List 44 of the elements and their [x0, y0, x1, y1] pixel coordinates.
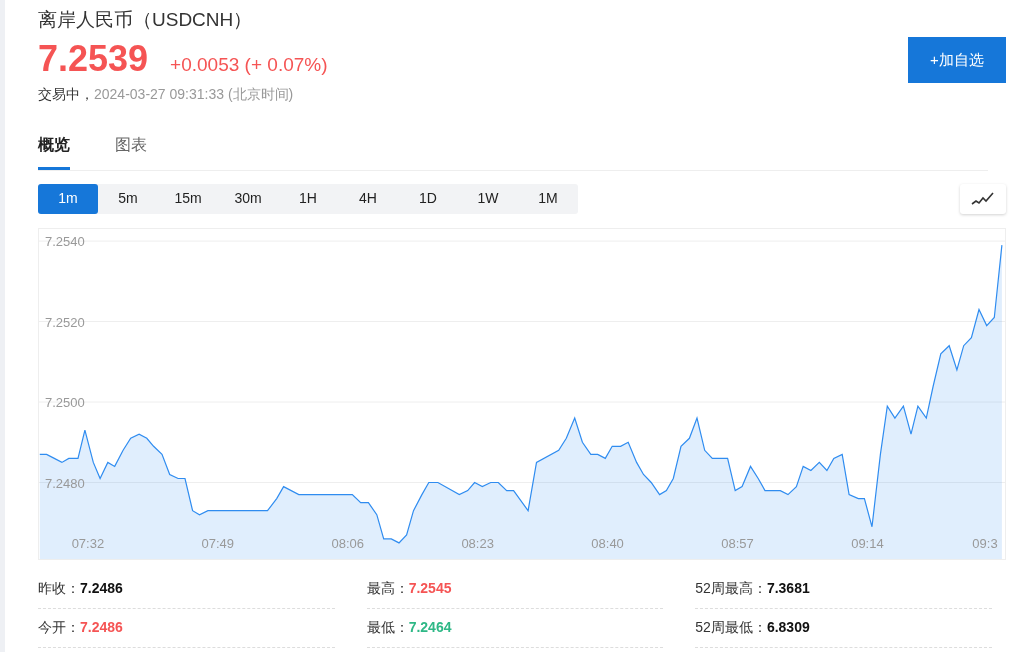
x-axis-label: 08:06	[331, 535, 365, 551]
x-axis-label: 07:49	[201, 535, 235, 551]
stat-value: 7.3681	[766, 579, 810, 598]
stat-label: 52周最高：	[695, 579, 767, 598]
interval-tab[interactable]: 1M	[518, 183, 578, 214]
tab[interactable]: 概览	[38, 132, 70, 170]
x-axis-label: 08:57	[721, 535, 754, 551]
stat-value: 6.8309	[766, 618, 810, 637]
trading-status: 交易中，	[38, 84, 94, 104]
y-axis-label: 7.2480	[45, 475, 85, 491]
x-axis-label: 09:14	[851, 535, 884, 551]
price: 7.2539	[38, 39, 149, 79]
stat-label: 最高：	[366, 579, 409, 598]
chart-type-button[interactable]	[960, 183, 1006, 214]
y-axis-label: 7.2540	[45, 233, 85, 249]
timestamp: 2024-03-27 09:31:33 (北京时间)	[94, 84, 294, 104]
y-axis-label: 7.2500	[45, 394, 85, 410]
stat-label: 昨收：	[38, 579, 80, 598]
interval-tab[interactable]: 4H	[338, 183, 398, 214]
x-axis-label: 08:40	[591, 535, 624, 551]
x-axis-label: 09:3	[972, 535, 998, 551]
stat-label: 最低：	[366, 618, 409, 637]
interval-tab[interactable]: 1m	[38, 183, 98, 214]
tab[interactable]: 图表	[115, 132, 147, 170]
price-change: +0.0053	[170, 54, 240, 75]
stat-value: 7.2486	[80, 618, 123, 637]
x-axis-label: 08:23	[461, 535, 494, 551]
interval-tab[interactable]: 1W	[458, 183, 518, 214]
add-watchlist-button[interactable]: +加自选	[908, 37, 1006, 83]
line-chart-icon	[971, 191, 995, 206]
interval-tab[interactable]: 30m	[218, 183, 278, 214]
page-title: 离岸人民币（USDCNH）	[38, 8, 254, 32]
change-percent: (+ 0.07%)	[244, 54, 328, 75]
stat-label: 52周最低：	[695, 618, 767, 637]
interval-tab[interactable]: 15m	[158, 183, 218, 214]
x-axis-label: 07:32	[71, 535, 105, 551]
interval-tab[interactable]: 1D	[398, 183, 458, 214]
interval-tab[interactable]: 5m	[98, 183, 158, 214]
interval-tab[interactable]: 1H	[278, 183, 338, 214]
stat-value: 7.2545	[408, 579, 452, 598]
stat-value: 7.2486	[80, 579, 123, 598]
y-axis-label: 7.2520	[45, 314, 85, 330]
stat-label: 今开：	[38, 618, 80, 637]
stat-value: 7.2464	[408, 618, 452, 637]
